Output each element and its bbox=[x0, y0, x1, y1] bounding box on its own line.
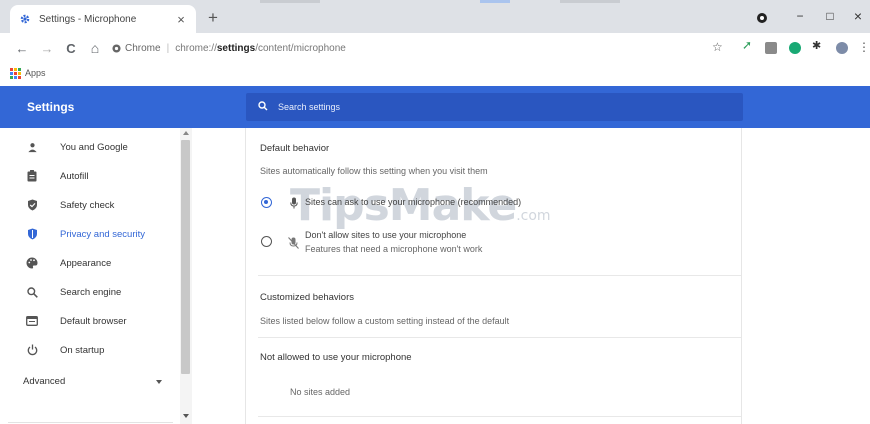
default-behavior-heading: Default behavior bbox=[260, 143, 330, 154]
home-button[interactable]: ⌂ bbox=[86, 39, 104, 57]
tab-settings-microphone[interactable]: Settings - Microphone × bbox=[10, 5, 196, 33]
scroll-up-arrow-icon[interactable] bbox=[183, 131, 189, 135]
radio-ask-microphone[interactable] bbox=[261, 197, 272, 208]
apps-grid-dot bbox=[18, 76, 21, 79]
sidebar-item-on-startup[interactable]: On startup bbox=[0, 338, 180, 362]
radio-block-microphone[interactable] bbox=[261, 236, 272, 247]
apps-grid-dot bbox=[14, 76, 17, 79]
apps-grid-dot bbox=[18, 72, 21, 75]
chevron-down-icon[interactable] bbox=[156, 380, 162, 384]
clipboard-icon bbox=[26, 170, 38, 182]
power-icon bbox=[26, 344, 38, 356]
sidebar-divider bbox=[8, 422, 173, 423]
omnibox-separator: | bbox=[166, 42, 170, 54]
apps-grid-icon[interactable] bbox=[10, 68, 21, 79]
shield-icon bbox=[26, 228, 38, 240]
profile-avatar-icon[interactable] bbox=[836, 42, 848, 54]
person-icon bbox=[26, 141, 38, 153]
url-scheme: chrome:// bbox=[175, 42, 217, 54]
sidebar-item-safety-check[interactable]: Safety check bbox=[0, 193, 180, 217]
sidebar-item-appearance[interactable]: Appearance bbox=[0, 251, 180, 275]
sidebar-item-autofill[interactable]: Autofill bbox=[0, 164, 180, 188]
bookmarks-bar: Apps bbox=[0, 63, 870, 83]
sidebar-item-label: On startup bbox=[60, 344, 105, 356]
extensions-puzzle-icon[interactable]: ✱ bbox=[812, 39, 824, 52]
tabstrip-decoration bbox=[220, 0, 720, 5]
scroll-down-arrow-icon[interactable] bbox=[183, 414, 189, 418]
browser-menu-icon[interactable]: ⋮ bbox=[858, 40, 870, 54]
site-label: Chrome bbox=[125, 42, 161, 54]
sidebar-item-label: Default browser bbox=[60, 315, 127, 327]
back-button[interactable]: ← bbox=[13, 39, 31, 57]
option-block-sublabel: Features that need a microphone won't wo… bbox=[305, 244, 483, 254]
customized-behaviors-description: Sites listed below follow a custom setti… bbox=[260, 316, 510, 326]
shield-check-icon bbox=[26, 199, 38, 211]
bookmark-star-icon[interactable]: ☆ bbox=[712, 40, 723, 54]
url-host: settings bbox=[216, 42, 256, 54]
sidebar-item-label: Autofill bbox=[60, 170, 89, 182]
minimize-button[interactable]: − bbox=[788, 4, 812, 28]
option-ask-label[interactable]: Sites can ask to use your microphone (re… bbox=[305, 197, 521, 207]
apps-bookmark[interactable]: Apps bbox=[25, 68, 46, 78]
no-sites-placeholder: No sites added bbox=[290, 387, 351, 397]
sidebar-item-you-and-google[interactable]: You and Google bbox=[0, 135, 180, 159]
settings-header: Settings Search settings bbox=[0, 86, 870, 128]
reload-button[interactable]: C bbox=[62, 39, 80, 57]
gear-icon bbox=[18, 13, 31, 26]
advanced-section-toggle[interactable]: Advanced bbox=[23, 376, 65, 387]
sidebar-item-privacy-and-security[interactable]: Privacy and security bbox=[0, 222, 180, 246]
sidebar-item-label: Privacy and security bbox=[60, 228, 146, 240]
url-path: /content/microphone bbox=[255, 42, 346, 54]
extension-calendar-icon[interactable] bbox=[765, 42, 777, 54]
extension-grammarly-icon[interactable] bbox=[789, 42, 801, 54]
apps-grid-dot bbox=[14, 68, 17, 71]
apps-grid-dot bbox=[10, 68, 13, 71]
tab-close-icon[interactable]: × bbox=[174, 12, 188, 27]
apps-grid-dot bbox=[10, 72, 13, 75]
settings-sidebar: You and Google Autofill Safety check Pri… bbox=[0, 128, 192, 424]
search-placeholder: Search settings bbox=[278, 102, 341, 112]
chrome-icon bbox=[112, 43, 121, 53]
sidebar-item-label: Search engine bbox=[60, 286, 122, 298]
browser-icon bbox=[26, 315, 38, 327]
palette-icon bbox=[26, 257, 38, 269]
not-allowed-heading: Not allowed to use your microphone bbox=[260, 352, 412, 363]
customized-behaviors-heading: Customized behaviors bbox=[260, 292, 354, 303]
section-divider bbox=[258, 416, 741, 417]
sidebar-item-label: You and Google bbox=[60, 141, 128, 153]
option-block-label[interactable]: Don't allow sites to use your microphone bbox=[305, 230, 466, 240]
maximize-button[interactable]: □ bbox=[818, 4, 842, 28]
browser-toolbar: ← → C ⌂ Chrome | chrome://settings/conte… bbox=[0, 33, 870, 63]
search-icon bbox=[258, 101, 268, 113]
apps-grid-dot bbox=[18, 68, 21, 71]
apps-grid-dot bbox=[14, 72, 17, 75]
sidebar-scrollbar-thumb[interactable] bbox=[181, 140, 190, 374]
apps-grid-dot bbox=[10, 76, 13, 79]
right-gutter bbox=[743, 128, 870, 424]
forward-button[interactable]: → bbox=[38, 39, 56, 57]
new-tab-button[interactable]: + bbox=[202, 7, 224, 29]
sidebar-item-search-engine[interactable]: Search engine bbox=[0, 280, 180, 304]
search-icon bbox=[26, 286, 38, 298]
address-bar[interactable]: Chrome | chrome://settings/content/micro… bbox=[112, 38, 737, 58]
search-settings-input[interactable]: Search settings bbox=[246, 93, 743, 121]
sidebar-item-label: Safety check bbox=[60, 199, 115, 211]
settings-title: Settings bbox=[27, 100, 75, 114]
profile-indicator-icon[interactable] bbox=[757, 13, 767, 23]
microphone-settings-card: Default behavior Sites automatically fol… bbox=[245, 128, 742, 424]
microphone-off-icon bbox=[288, 236, 299, 254]
section-divider bbox=[258, 337, 741, 338]
microphone-icon bbox=[290, 196, 298, 214]
sidebar-item-label: Appearance bbox=[60, 257, 112, 269]
section-divider bbox=[258, 275, 741, 276]
close-window-button[interactable]: × bbox=[846, 4, 870, 28]
tab-title: Settings - Microphone bbox=[39, 13, 137, 25]
sidebar-item-default-browser[interactable]: Default browser bbox=[0, 309, 180, 333]
default-behavior-description: Sites automatically follow this setting … bbox=[260, 166, 488, 176]
tab-strip: Settings - Microphone × + − □ × bbox=[0, 0, 870, 33]
site-info-chip[interactable]: Chrome bbox=[112, 43, 161, 54]
extension-arrow-icon[interactable]: ➚ bbox=[742, 38, 754, 52]
